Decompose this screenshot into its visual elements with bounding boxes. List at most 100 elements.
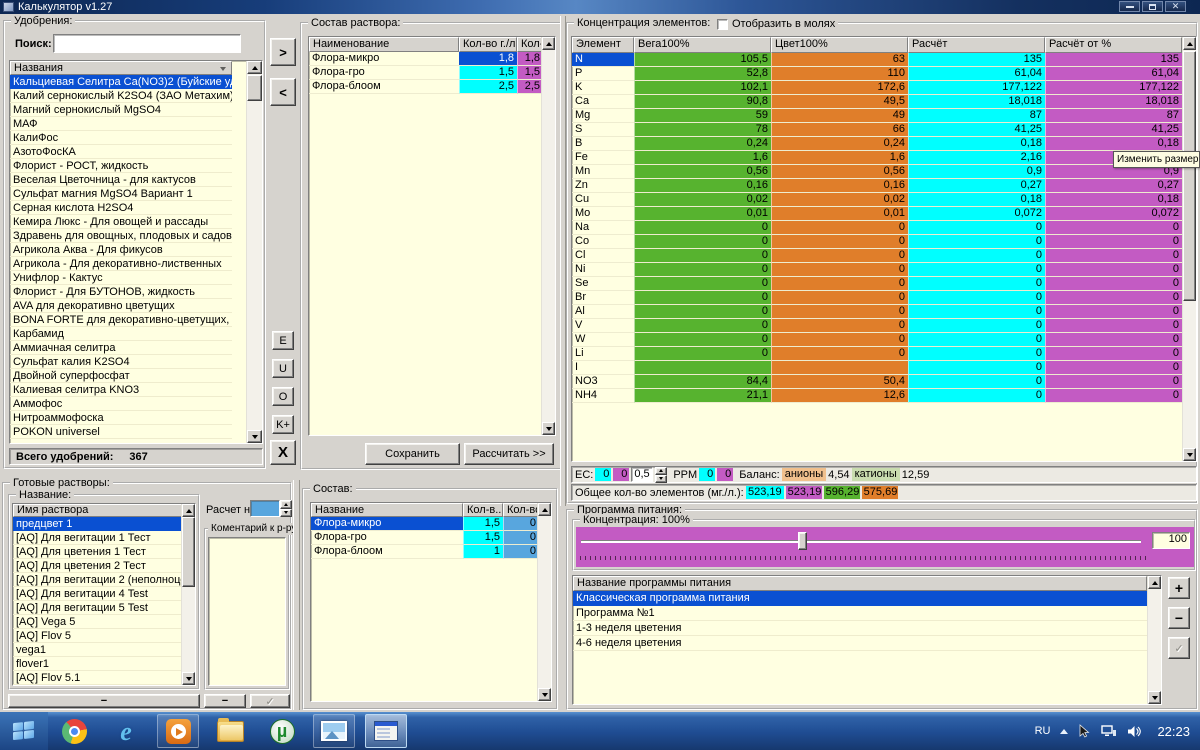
vega-value[interactable]: 0: [634, 305, 771, 319]
calc-value[interactable]: 0,9: [908, 165, 1045, 179]
column-header[interactable]: Элемент: [572, 37, 634, 53]
scroll-down-icon[interactable]: [1183, 448, 1196, 461]
calc-value[interactable]: 87: [908, 109, 1045, 123]
calculate-button[interactable]: Рассчитать >>: [464, 443, 554, 465]
program-list-item[interactable]: 1-3 неделя цветения: [573, 621, 1147, 636]
fertilizer-list-item[interactable]: Сульфат калия K2SO4: [10, 355, 232, 369]
cvet-value[interactable]: 0,01: [771, 207, 908, 221]
fertilizer-list-item[interactable]: АзотоФосКА: [10, 145, 232, 159]
calc-value[interactable]: 135: [908, 53, 1045, 67]
solution-name[interactable]: Флора-микро: [309, 52, 459, 66]
vega-value[interactable]: 0: [634, 263, 771, 277]
vega-value[interactable]: 0: [634, 333, 771, 347]
remove-solution-button[interactable]: −: [8, 694, 200, 708]
cvet-value[interactable]: 63: [771, 53, 908, 67]
calc-value[interactable]: 0,18: [908, 193, 1045, 207]
fertilizer-list-item[interactable]: Флорист - РОСТ, жидкость: [10, 159, 232, 173]
calc-value[interactable]: 0: [908, 235, 1045, 249]
calc-pct-value[interactable]: 0,18: [1045, 137, 1182, 151]
fertilizer-list-item[interactable]: Магний сернокислый MgSO4: [10, 103, 232, 117]
qty-cell[interactable]: 1,5: [459, 66, 517, 80]
solution-list-item[interactable]: предцвет 1: [13, 517, 183, 531]
element-name[interactable]: Fe: [572, 151, 634, 165]
scroll-thumb[interactable]: [247, 75, 262, 101]
search-input[interactable]: [53, 34, 241, 53]
element-name[interactable]: N: [572, 53, 634, 67]
element-name[interactable]: Li: [572, 347, 634, 361]
calc-value[interactable]: 177,122: [908, 81, 1045, 95]
calc-pct-value[interactable]: 0: [1045, 375, 1182, 389]
scroll-down-icon[interactable]: [182, 672, 195, 685]
concentration-value-input[interactable]: 100: [1152, 532, 1190, 549]
element-name[interactable]: Cu: [572, 193, 634, 207]
solution-list-item[interactable]: [AQ] Для цветения 2 Тест: [13, 559, 183, 573]
network-icon[interactable]: [1101, 725, 1117, 738]
element-name[interactable]: Br: [572, 291, 634, 305]
taskbar-ie-button[interactable]: e: [105, 714, 147, 748]
scroll-down-icon[interactable]: [538, 688, 551, 701]
cvet-value[interactable]: 12,6: [771, 389, 908, 403]
solution-list-item[interactable]: [AQ] Для вегитации 4 Test: [13, 587, 183, 601]
clear-button[interactable]: X: [270, 440, 296, 465]
slider-thumb[interactable]: [798, 532, 807, 550]
fertilizer-list-item[interactable]: POKON universel: [10, 425, 232, 439]
apply-program-button[interactable]: ✓: [1168, 637, 1190, 659]
vega-value[interactable]: 52,8: [634, 67, 771, 81]
fertilizer-list-item[interactable]: AVA для декоративно цветущих: [10, 299, 232, 313]
scroll-up-icon[interactable]: [538, 503, 551, 516]
solutions-scrollbar[interactable]: [181, 504, 195, 685]
calc-pct-value[interactable]: 177,122: [1045, 81, 1182, 95]
calc-value[interactable]: 41,25: [908, 123, 1045, 137]
taskbar-chrome-button[interactable]: [53, 714, 95, 748]
cvet-value[interactable]: 0: [771, 319, 908, 333]
fertilizer-list-item[interactable]: Кальциевая Селитра Ca(NO3)2 (Буйские уд-…: [10, 75, 232, 89]
qty2-cell[interactable]: 2,5: [517, 80, 543, 94]
qty-cell[interactable]: 2,5: [459, 80, 517, 94]
fertilizers-scrollbar[interactable]: [246, 61, 262, 443]
scroll-down-icon[interactable]: [542, 422, 555, 435]
vega-value[interactable]: 21,1: [634, 389, 771, 403]
comment-textarea[interactable]: [208, 537, 286, 686]
column-header[interactable]: Расчёт от %: [1045, 37, 1182, 53]
calc-pct-value[interactable]: 87: [1045, 109, 1182, 123]
scroll-thumb[interactable]: [182, 517, 195, 587]
calc-pct-value[interactable]: 61,04: [1045, 67, 1182, 81]
calc-pct-value[interactable]: 41,25: [1045, 123, 1182, 137]
concentration-slider[interactable]: 100: [576, 527, 1194, 567]
cvet-value[interactable]: 0: [771, 333, 908, 347]
vega-value[interactable]: 0,56: [634, 165, 771, 179]
fertilizer-list-item[interactable]: BONA FORTE для декоративно-цветущих, жид…: [10, 313, 232, 327]
fertilizer-list-item[interactable]: Аммофос: [10, 397, 232, 411]
calc-value[interactable]: 0,27: [908, 179, 1045, 193]
vega-value[interactable]: 0: [634, 249, 771, 263]
qty2-cell[interactable]: 0: [503, 545, 539, 559]
fertilizer-list-item[interactable]: Кемира Люкс - Для овощей и рассады: [10, 215, 232, 229]
fertilizer-list-item[interactable]: Сульфат магния MgSO4 Вариант 1: [10, 187, 232, 201]
ec-spin-input[interactable]: 0,5: [631, 467, 653, 482]
calc-pct-value[interactable]: 0: [1045, 277, 1182, 291]
fertilizer-list-item[interactable]: Калий сернокислый K2SO4 (ЗАО Метахим): [10, 89, 232, 103]
calc-value[interactable]: 0: [908, 333, 1045, 347]
taskbar-photo-viewer-button[interactable]: [313, 714, 355, 748]
vega-value[interactable]: 0: [634, 277, 771, 291]
calc-pct-value[interactable]: 0: [1045, 333, 1182, 347]
calc-pct-value[interactable]: 0: [1045, 291, 1182, 305]
qty-cell[interactable]: 1,5: [463, 517, 503, 531]
fertilizer-list-item[interactable]: Калиевая селитра KNO3: [10, 383, 232, 397]
e-button[interactable]: E: [272, 331, 294, 350]
vega-value[interactable]: 105,5: [634, 53, 771, 67]
element-name[interactable]: Se: [572, 277, 634, 291]
element-name[interactable]: NO3: [572, 375, 634, 389]
column-header[interactable]: Название: [311, 503, 463, 517]
fertilizer-list-item[interactable]: Аммиачная селитра: [10, 341, 232, 355]
program-list-item[interactable]: Классическая программа питания: [573, 591, 1147, 606]
calc-pct-value[interactable]: 0,18: [1045, 193, 1182, 207]
calc-value[interactable]: 0: [908, 221, 1045, 235]
program-scrollbar[interactable]: [1147, 576, 1161, 704]
taskbar-explorer-button[interactable]: [209, 714, 251, 748]
cvet-value[interactable]: 0: [771, 221, 908, 235]
column-header[interactable]: Кол-в...: [517, 37, 543, 52]
solution-list-item[interactable]: vega1: [13, 643, 183, 657]
element-name[interactable]: Ca: [572, 95, 634, 109]
cvet-value[interactable]: 0: [771, 235, 908, 249]
